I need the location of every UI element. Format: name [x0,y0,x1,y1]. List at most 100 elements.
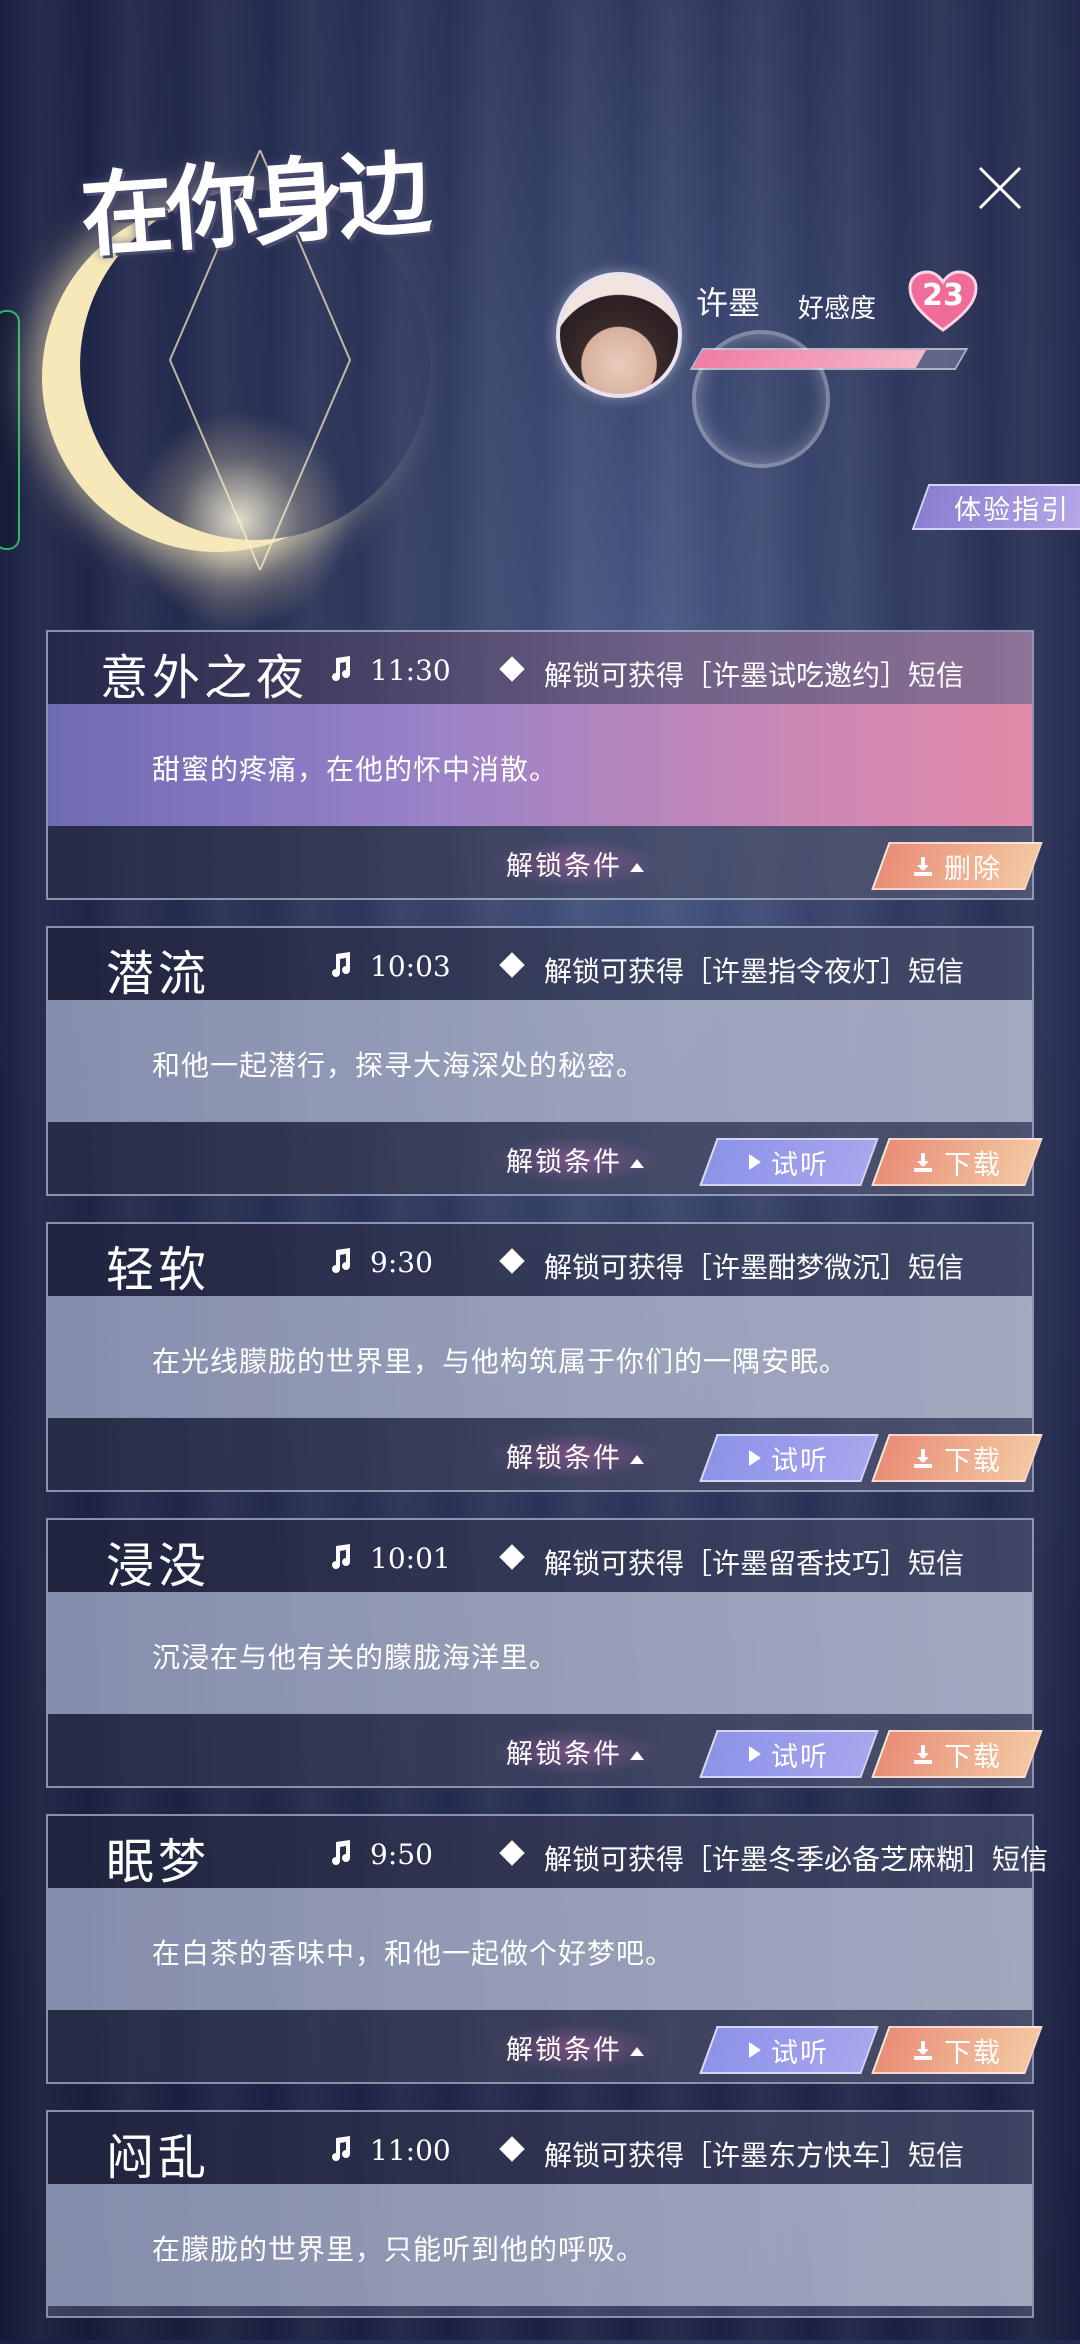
song-card-header: 眠梦 9:50 解锁可获得［许墨冬季必备芝麻糊］短信 [48,1816,1048,1890]
diamond-icon [499,1840,525,1866]
music-note-icon [332,656,350,681]
unlock-reward: 解锁可获得［许墨酣梦微沉］短信 [544,1251,965,1284]
song-card[interactable]: 闷乱 11:00 解锁可获得［许墨东方快车］短信 在朦胧的世界里，只能听到他的呼… [46,2110,1034,2318]
listen-label: 试听 [771,2037,829,2069]
unlock-condition-label: 解锁条件 [506,851,622,882]
song-card[interactable]: 潜流 10:03 解锁可获得［许墨指令夜灯］短信 和他一起潜行，探寻大海深处的秘… [46,926,1043,1196]
download-button[interactable]: 下载 [871,1434,1043,1482]
caret-up-icon [630,1751,644,1760]
song-description: 在白茶的香味中，和他一起做个好梦吧。 [152,1937,675,1970]
download-button[interactable]: 下载 [871,2026,1043,2074]
unlock-condition-label: 解锁条件 [506,1147,622,1178]
song-card-header: 轻软 9:30 解锁可获得［许墨酣梦微沉］短信 [48,1224,1032,1298]
caret-up-icon [630,1455,644,1464]
listen-label: 试听 [771,1445,829,1477]
guide-button-label[interactable]: 体验指引 [954,488,1070,527]
diamond-icon [499,1248,525,1274]
song-card-footer: 解锁条件 删除 [48,826,1043,898]
close-icon[interactable] [972,160,1028,216]
listen-button[interactable]: 试听 [699,1434,879,1482]
download-label: 下载 [944,2037,1002,2069]
unlock-condition-label: 解锁条件 [506,1443,622,1474]
unlock-condition-toggle[interactable]: 解锁条件 [488,1432,662,1479]
download-button[interactable]: 下载 [871,1138,1043,1186]
character-avatar[interactable] [556,272,682,398]
caret-up-icon [630,863,644,872]
download-icon [914,1449,932,1468]
download-icon [914,2041,932,2060]
song-card-header: 意外之夜 11:30 解锁可获得［许墨试吃邀约］短信 [48,632,1032,706]
unlock-reward: 解锁可获得［许墨东方快车］短信 [544,2139,965,2172]
song-description: 沉浸在与他有关的朦胧海洋里。 [152,1641,559,1674]
affinity-bar-fill [692,350,926,368]
download-label: 下载 [944,1741,1002,1773]
diamond-icon [499,2136,525,2162]
song-title: 意外之夜 [100,650,309,706]
song-card-body: 在光线朦胧的世界里，与他构筑属于你们的一隅安眠。 [48,1296,1032,1418]
unlock-reward: 解锁可获得［许墨冬季必备芝麻糊］短信 [544,1843,1049,1876]
listen-button[interactable]: 试听 [699,2026,879,2074]
listen-button[interactable]: 试听 [699,1138,879,1186]
song-card-footer: 解锁条件 试听 下载 [48,2010,1043,2082]
download-button[interactable]: 下载 [871,1730,1043,1778]
song-duration: 9:30 [370,1246,433,1279]
download-icon [914,1745,932,1764]
song-card-footer: 解锁条件 试听 下载 [48,1418,1043,1490]
song-title: 轻软 [106,1242,211,1298]
song-card[interactable]: 眠梦 9:50 解锁可获得［许墨冬季必备芝麻糊］短信 在白茶的香味中，和他一起做… [46,1814,1048,2084]
song-card-footer: 解锁条件 试听 下载 [48,1122,1043,1194]
unlock-condition-toggle[interactable]: 解锁条件 [488,1136,662,1183]
song-card-header: 浸没 10:01 解锁可获得［许墨留香技巧］短信 [48,1520,1032,1594]
unlock-condition-toggle[interactable]: 解锁条件 [488,1728,662,1775]
diamond-icon [499,1544,525,1570]
unlock-condition-label: 解锁条件 [506,2035,622,2066]
song-card[interactable]: 意外之夜 11:30 解锁可获得［许墨试吃邀约］短信 甜蜜的疼痛，在他的怀中消散… [46,630,1043,900]
download-label: 下载 [944,1445,1002,1477]
side-pull-tab[interactable] [0,310,20,550]
diamond-icon [499,656,525,682]
music-note-icon [332,1544,350,1569]
music-note-icon [332,1248,350,1273]
unlock-reward: 解锁可获得［许墨指令夜灯］短信 [544,955,965,988]
song-description: 在光线朦胧的世界里，与他构筑属于你们的一隅安眠。 [152,1345,849,1378]
listen-label: 试听 [771,1741,829,1773]
song-duration: 10:01 [370,1542,451,1575]
song-card-header: 闷乱 11:00 解锁可获得［许墨东方快车］短信 [48,2112,1032,2186]
character-name: 许墨 [696,284,761,322]
song-title: 潜流 [106,946,211,1002]
caret-up-icon [630,1159,644,1168]
play-icon [749,1746,761,1762]
download-label: 下载 [944,1149,1002,1181]
song-card-body: 在白茶的香味中，和他一起做个好梦吧。 [48,1888,1032,2010]
song-duration: 11:00 [370,2134,451,2167]
unlock-reward: 解锁可获得［许墨留香技巧］短信 [544,1547,965,1580]
download-icon [914,1153,932,1172]
music-note-icon [332,952,350,977]
unlock-condition-toggle[interactable]: 解锁条件 [488,840,662,887]
affinity-value: 23 [922,278,964,313]
delete-label: 删除 [944,853,1002,885]
song-card[interactable]: 轻软 9:30 解锁可获得［许墨酣梦微沉］短信 在光线朦胧的世界里，与他构筑属于… [46,1222,1043,1492]
song-card-body: 甜蜜的疼痛，在他的怀中消散。 [48,704,1032,826]
song-card-header: 潜流 10:03 解锁可获得［许墨指令夜灯］短信 [48,928,1032,1002]
song-card[interactable]: 浸没 10:01 解锁可获得［许墨留香技巧］短信 沉浸在与他有关的朦胧海洋里。 … [46,1518,1043,1788]
music-note-icon [332,1840,350,1865]
song-description: 甜蜜的疼痛，在他的怀中消散。 [152,753,559,786]
caret-up-icon [630,2047,644,2056]
song-list: 意外之夜 11:30 解锁可获得［许墨试吃邀约］短信 甜蜜的疼痛，在他的怀中消散… [46,630,1048,2344]
song-duration: 9:50 [370,1838,433,1871]
listen-button[interactable]: 试听 [699,1730,879,1778]
listen-label: 试听 [771,1149,829,1181]
song-title: 闷乱 [106,2130,211,2186]
song-card-footer: 解锁条件 试听 下载 [48,1714,1043,1786]
play-icon [749,2042,761,2058]
unlock-condition-toggle[interactable]: 解锁条件 [488,2024,662,2071]
song-title: 眠梦 [106,1834,211,1890]
song-duration: 10:03 [370,950,451,983]
song-card-body: 沉浸在与他有关的朦胧海洋里。 [48,1592,1032,1714]
play-icon [749,1450,761,1466]
song-duration: 11:30 [370,654,451,687]
song-card-body: 和他一起潜行，探寻大海深处的秘密。 [48,1000,1032,1122]
unlock-reward: 解锁可获得［许墨试吃邀约］短信 [544,659,965,692]
delete-button[interactable]: 删除 [871,842,1043,890]
